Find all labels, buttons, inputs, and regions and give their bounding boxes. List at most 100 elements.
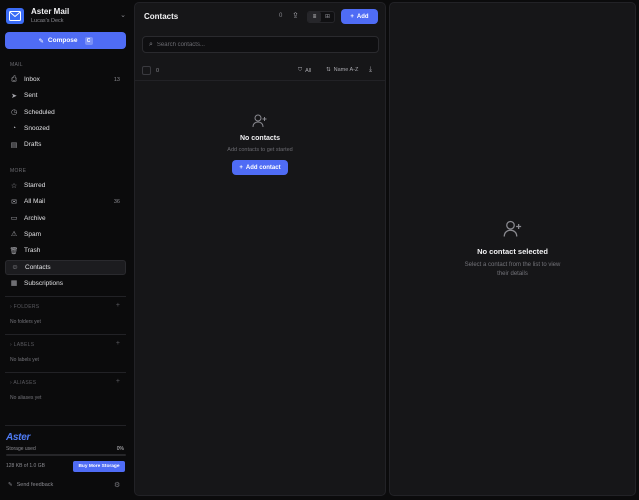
add-user-icon (390, 219, 635, 241)
sort-label: Name A-Z (333, 67, 359, 73)
add-contact-label: Add contact (245, 164, 281, 171)
labels-empty: No labels yet (10, 357, 39, 363)
sidebar-item-sent[interactable]: ➤ Sent (5, 88, 126, 103)
account-name: Lucas's Deck (31, 18, 64, 24)
divider (5, 425, 126, 426)
sidebar-item-label: Snoozed (24, 124, 50, 132)
contacts-list-panel: Contacts 0 ⇪ ≡ ⊞ + Add ⌕ 0 ⛉ All ⇅ Name … (134, 2, 386, 496)
filter-label: All (305, 67, 312, 74)
add-user-icon (252, 113, 268, 131)
send-icon: ➤ (11, 92, 17, 100)
storage-bar (6, 454, 126, 456)
warning-icon: ⚠ (10, 231, 18, 239)
add-folder-icon[interactable]: + (116, 302, 120, 309)
storage-used: 128 KB of 1.0 GB (6, 463, 45, 469)
plus-icon: + (350, 13, 354, 20)
sidebar-item-inbox[interactable]: ⎙ Inbox 13 (5, 72, 126, 87)
sidebar-item-label: Spam (24, 230, 41, 238)
list-view-icon[interactable]: ≡ (308, 12, 321, 22)
sidebar-item-all-mail[interactable]: ✉ All Mail 36 (5, 194, 126, 209)
sidebar-item-count: 36 (113, 198, 120, 205)
account-switcher[interactable]: Aster Mail Lucas's Deck ⌄ (6, 6, 128, 28)
sidebar-item-label: Inbox (24, 76, 40, 83)
grid-view-icon[interactable]: ⊞ (321, 12, 334, 22)
compose-shortcut: C (84, 36, 93, 45)
list-toolbar: 0 ⛉ All ⇅ Name A-Z ⤓ (135, 61, 385, 81)
sidebar-item-label: Starred (24, 182, 46, 189)
download-icon[interactable]: ⤓ (369, 66, 372, 74)
filter-button[interactable]: ⛉ All (298, 67, 311, 74)
search-box[interactable]: ⌕ (142, 36, 379, 53)
draft-icon: ▤ (10, 141, 18, 149)
group-label-labels[interactable]: › LABELS (10, 342, 34, 348)
mail-logo-icon (6, 8, 24, 24)
sidebar-item-subscriptions[interactable]: ▦ Subscriptions (5, 276, 126, 291)
inbox-icon: ⎙ (11, 75, 17, 83)
sidebar-item-snoozed[interactable]: ◔ Snoozed (5, 121, 126, 136)
divider (5, 334, 126, 335)
divider (5, 296, 126, 297)
sidebar-item-spam[interactable]: ⚠ Spam (5, 227, 126, 242)
search-input[interactable] (156, 41, 357, 48)
sidebar-item-scheduled[interactable]: ◷ Scheduled (5, 105, 126, 120)
app-title: Aster Mail (31, 7, 70, 16)
contact-detail-panel: No contact selected Select a contact fro… (389, 2, 636, 496)
sidebar-item-label: All Mail (24, 198, 45, 206)
aster-logo: Aster (6, 432, 31, 443)
clock-icon: ◷ (10, 109, 18, 117)
section-label-mail: MAIL (10, 62, 23, 68)
add-button[interactable]: + Add (341, 9, 378, 24)
compose-button[interactable]: ✎ Compose C (5, 32, 126, 49)
add-alias-icon[interactable]: + (116, 378, 120, 385)
mail-icon: ✉ (11, 198, 17, 206)
trash-icon: 🗑 (9, 247, 19, 255)
sidebar-item-label: Sent (24, 92, 38, 100)
sidebar-item-label: Drafts (24, 141, 42, 149)
detail-empty-state: No contact selected Select a contact fro… (390, 219, 635, 279)
add-contact-button[interactable]: + Add contact (232, 160, 288, 175)
sidebar-item-archive[interactable]: ▭ Archive (5, 211, 126, 226)
view-toggle[interactable]: ≡ ⊞ (307, 11, 335, 23)
empty-title: No contacts (239, 135, 281, 142)
group-label-aliases[interactable]: › ALIASES (10, 380, 36, 386)
group-label-folders[interactable]: › FOLDERS (10, 304, 39, 310)
buy-storage-button[interactable]: Buy More Storage (73, 461, 125, 472)
feedback-label: Send feedback (16, 482, 54, 488)
star-icon: ☆ (10, 182, 18, 190)
folders-empty: No folders yet (10, 319, 41, 325)
chevron-down-icon[interactable]: ⌄ (120, 11, 126, 19)
contacts-icon: ☺ (11, 263, 19, 271)
empty-state: No contacts Add contacts to get started … (135, 113, 385, 175)
gear-icon[interactable]: ⚙ (114, 481, 120, 489)
aliases-empty: No aliases yet (10, 395, 42, 401)
filter-icon: ⛉ (298, 67, 303, 73)
selected-count: 0 (156, 68, 160, 74)
add-label-icon[interactable]: + (116, 340, 120, 347)
sidebar-item-label: Scheduled (24, 108, 55, 116)
send-feedback-link[interactable]: ✎ Send feedback (8, 482, 53, 488)
sidebar-item-label: Archive (24, 214, 46, 222)
subscriptions-icon: ▦ (10, 280, 18, 288)
add-label: Add (356, 13, 369, 20)
storage-label: Storage used (6, 446, 36, 452)
storage-percent: 0% (116, 446, 124, 452)
sidebar-item-trash[interactable]: 🗑 Trash (5, 243, 126, 258)
select-all-checkbox[interactable] (142, 66, 151, 75)
detail-empty-title: No contact selected (477, 247, 548, 256)
upload-icon[interactable]: ⇪ (292, 11, 299, 20)
sidebar-item-contacts[interactable]: ☺ Contacts (5, 259, 126, 275)
feedback-icon: ✎ (8, 482, 13, 488)
page-title: Contacts (144, 12, 179, 21)
divider (5, 372, 126, 373)
list-header: Contacts 0 ⇪ ≡ ⊞ + Add (135, 3, 385, 31)
section-label-more: MORE (10, 168, 27, 174)
sidebar: Aster Mail Lucas's Deck ⌄ ✎ Compose C MA… (0, 0, 132, 500)
sidebar-item-drafts[interactable]: ▤ Drafts (5, 137, 126, 152)
sidebar-item-count: 13 (113, 76, 120, 83)
empty-subtitle: Add contacts to get started (227, 147, 293, 153)
sidebar-item-starred[interactable]: ☆ Starred (5, 178, 126, 193)
compose-label: Compose (47, 37, 78, 44)
sort-button[interactable]: ⇅ Name A-Z (326, 67, 358, 73)
archive-icon: ▭ (10, 215, 18, 223)
plus-icon: + (239, 164, 243, 171)
